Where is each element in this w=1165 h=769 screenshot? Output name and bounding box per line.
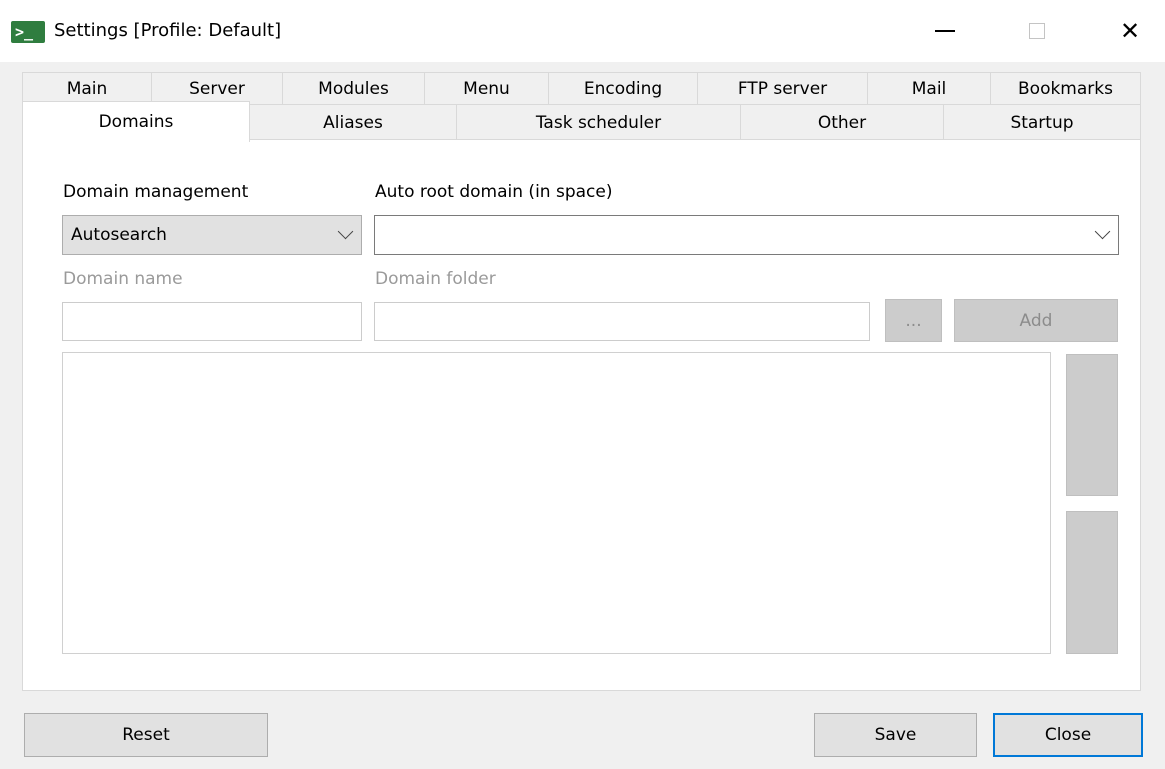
domain-folder-input[interactable] — [374, 302, 870, 341]
tab-encoding[interactable]: Encoding — [548, 72, 698, 105]
title-bar: >_ Settings [Profile: Default] ✕ — [0, 0, 1165, 62]
reset-button[interactable]: Reset — [24, 713, 268, 757]
chevron-down-icon — [1094, 223, 1111, 240]
tab-modules[interactable]: Modules — [282, 72, 425, 105]
tab-task-scheduler[interactable]: Task scheduler — [456, 104, 741, 140]
add-domain-button[interactable]: Add — [954, 299, 1118, 342]
maximize-button[interactable] — [1007, 10, 1067, 52]
tab-mail[interactable]: Mail — [867, 72, 991, 105]
move-down-button[interactable] — [1066, 511, 1118, 654]
domain-folder-label: Domain folder — [375, 269, 496, 289]
domain-list[interactable] — [62, 352, 1051, 654]
minimize-icon — [935, 30, 955, 32]
browse-folder-button[interactable]: ... — [885, 299, 942, 342]
tab-domains[interactable]: Domains — [22, 101, 250, 142]
close-window-button[interactable]: ✕ — [1100, 10, 1160, 52]
save-button[interactable]: Save — [814, 713, 977, 757]
tab-startup[interactable]: Startup — [943, 104, 1141, 140]
tab-aliases[interactable]: Aliases — [249, 104, 457, 140]
maximize-icon — [1029, 23, 1045, 39]
minimize-button[interactable] — [915, 10, 975, 52]
domain-management-label: Domain management — [63, 182, 249, 202]
terminal-icon: >_ — [11, 21, 45, 43]
close-icon: ✕ — [1119, 17, 1141, 45]
tab-menu[interactable]: Menu — [424, 72, 549, 105]
auto-root-domain-select[interactable] — [374, 215, 1119, 255]
chevron-down-icon — [337, 223, 354, 240]
close-button[interactable]: Close — [993, 713, 1143, 757]
auto-root-domain-label: Auto root domain (in space) — [375, 182, 613, 202]
window-title: Settings [Profile: Default] — [54, 20, 282, 41]
move-up-button[interactable] — [1066, 354, 1118, 496]
domain-management-select[interactable]: Autosearch — [62, 215, 362, 255]
tab-ftp-server[interactable]: FTP server — [697, 72, 868, 105]
tab-bookmarks[interactable]: Bookmarks — [990, 72, 1141, 105]
domain-name-input[interactable] — [62, 302, 362, 341]
tab-other[interactable]: Other — [740, 104, 944, 140]
domain-management-value: Autosearch — [71, 225, 167, 245]
domain-name-label: Domain name — [63, 269, 183, 289]
